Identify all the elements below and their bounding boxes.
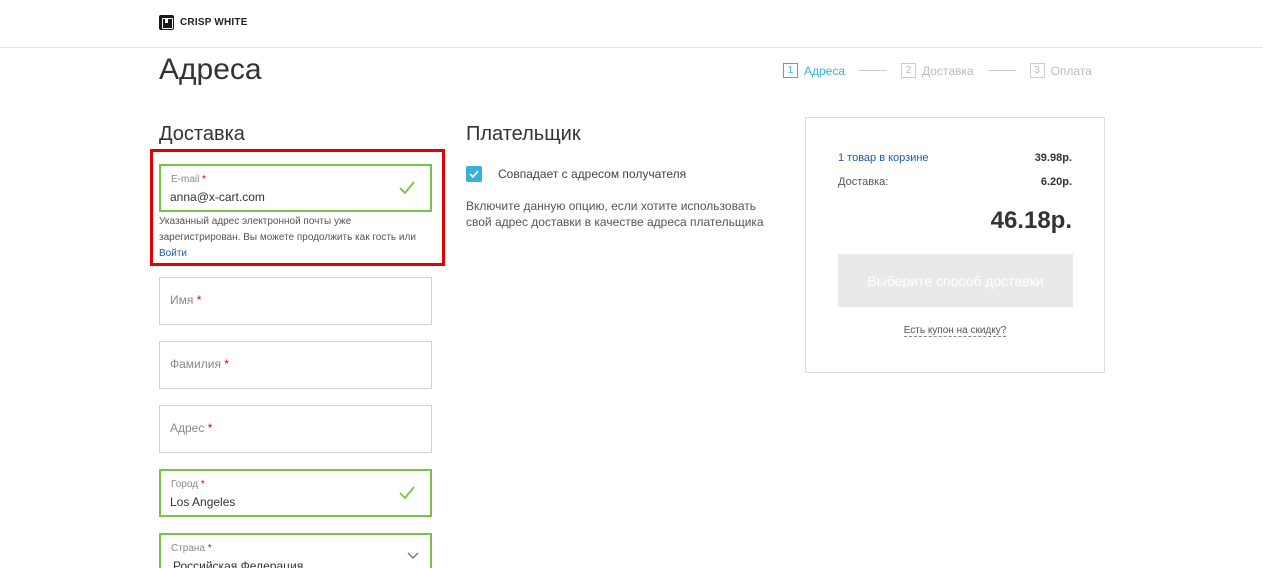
required-mark: * (207, 421, 213, 435)
cart-items-link[interactable]: 1 товар в корзине (838, 152, 929, 164)
city-label: Город * (171, 479, 205, 490)
brand-name: CRISP WHITE (180, 17, 248, 28)
step-delivery[interactable]: 2 Доставка (901, 63, 974, 78)
first-name-field[interactable]: Имя * (159, 277, 432, 325)
top-bar: CRISP WHITE (0, 0, 1263, 48)
payer-section-title: Плательщик (466, 123, 581, 145)
required-mark: * (200, 479, 205, 490)
last-name-placeholder: Фамилия * (170, 357, 229, 371)
step-divider (859, 70, 888, 71)
check-icon (399, 486, 415, 500)
required-mark: * (224, 357, 229, 371)
required-mark: * (196, 293, 202, 307)
step-number: 1 (783, 63, 798, 78)
chevron-down-icon (407, 552, 419, 559)
first-name-placeholder: Имя * (170, 293, 202, 307)
city-field[interactable]: Город * Los Angeles (159, 469, 432, 517)
same-address-label[interactable]: Совпадает с адресом получателя (498, 167, 686, 181)
shipping-cost-value: 6.20р. (1040, 176, 1072, 188)
step-payment[interactable]: 3 Оплата (1029, 63, 1092, 78)
highlight-annotation (150, 149, 445, 266)
checkmark-icon (469, 170, 479, 179)
summary-cart-row: 1 товар в корзине 39.98р. (838, 152, 1072, 164)
last-name-field[interactable]: Фамилия * (159, 341, 432, 389)
step-label: Доставка (922, 63, 974, 78)
shipping-cost-label: Доставка: (838, 176, 889, 188)
step-label: Адреса (804, 63, 846, 78)
coupon-link[interactable]: Есть купон на скидку? (903, 325, 1007, 337)
same-address-checkbox[interactable] (466, 166, 482, 182)
step-addresses[interactable]: 1 Адреса (783, 63, 845, 78)
country-value: Российская Федерация (173, 559, 304, 568)
logo-icon (159, 15, 174, 30)
shipping-section-title: Доставка (159, 123, 245, 145)
required-mark: * (207, 543, 212, 554)
address-placeholder: Адрес * (170, 421, 213, 435)
same-address-hint: Включите данную опцию, если хотите испол… (466, 199, 764, 229)
order-total: 46.18р. (990, 207, 1072, 234)
step-number: 2 (901, 63, 917, 78)
country-select[interactable]: Страна * Российская Федерация (159, 533, 432, 568)
address-field[interactable]: Адрес * (159, 405, 432, 453)
cart-subtotal: 39.98р. (1034, 152, 1072, 164)
step-divider (987, 70, 1016, 71)
city-value: Los Angeles (170, 495, 236, 509)
coupon-area: Есть купон на скидку? (806, 325, 1104, 337)
order-summary: 1 товар в корзине 39.98р. Доставка: 6.20… (805, 117, 1105, 373)
page-title: Адреса (159, 53, 262, 86)
country-label: Страна * (171, 543, 212, 554)
summary-shipping-row: Доставка: 6.20р. (838, 176, 1072, 188)
checkout-steps: 1 Адреса 2 Доставка 3 Оплата (783, 63, 1092, 78)
step-number: 3 (1029, 63, 1045, 78)
choose-shipping-button[interactable]: Выберите способ доставки (838, 254, 1073, 307)
brand-logo[interactable]: CRISP WHITE (159, 15, 248, 30)
step-label: Оплата (1050, 63, 1092, 78)
